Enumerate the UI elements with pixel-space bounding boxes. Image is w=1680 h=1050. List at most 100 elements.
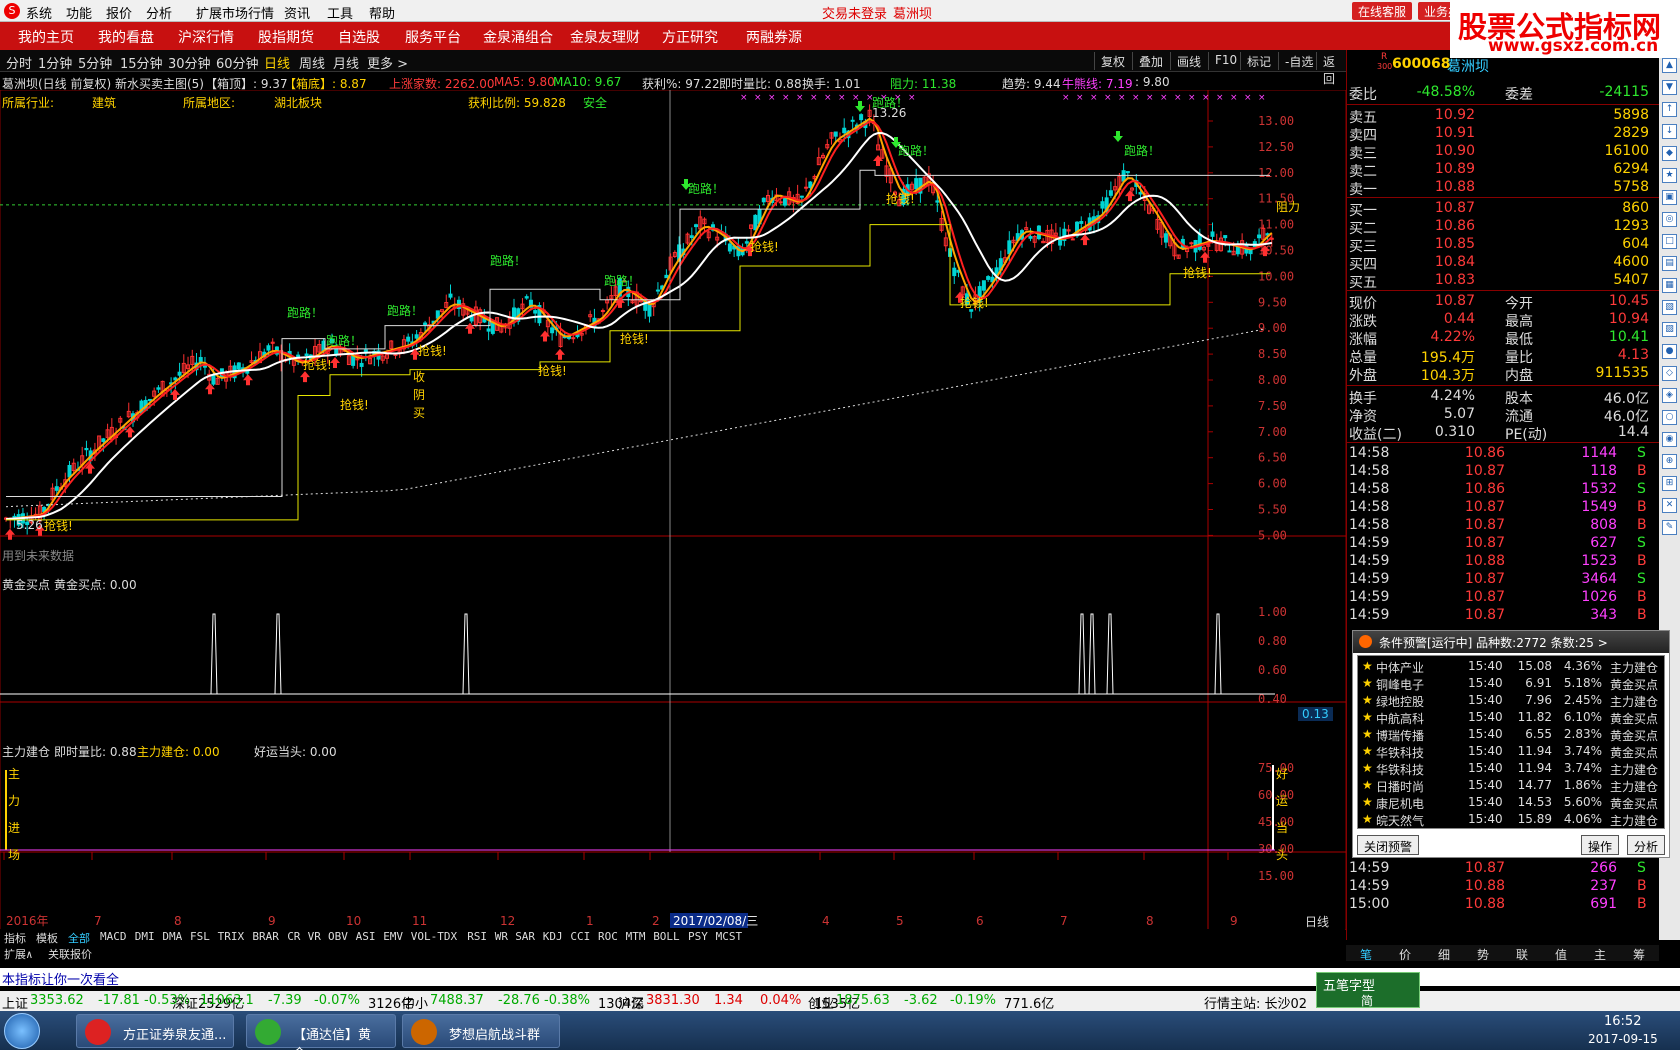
indicator-tab-asi[interactable]: ASI [356, 930, 376, 943]
quote-tab-2[interactable]: 细 [1438, 946, 1450, 963]
stat-row[interactable]: 换手 4.24% 股本 46.0亿 [1347, 388, 1660, 407]
mark-icon[interactable]: ◇ [1662, 366, 1677, 381]
period-5min[interactable]: 5分钟 [78, 53, 112, 72]
kline-chart[interactable]: 13.0012.5012.0011.5011.0010.5010.009.509… [0, 90, 1346, 930]
menu-quote[interactable]: 报价 [106, 3, 132, 22]
period-timeshare[interactable]: 分时 [6, 53, 32, 72]
indicator-tab-wr[interactable]: WR [495, 930, 508, 943]
weibi-row[interactable]: 委比 -48.58% 委差 -24115 [1347, 84, 1660, 103]
nav-finance[interactable]: 金泉友理财 [570, 27, 640, 47]
marquee-text[interactable]: 本指标让你一次看全 [2, 969, 119, 988]
alert-row[interactable]: ★ 日播时尚 15:40 14.77 1.86% 主力建仓 [1358, 777, 1664, 794]
indicator-tab-psy[interactable]: PSY [688, 930, 708, 943]
quote-tab-3[interactable]: 势 [1477, 946, 1489, 963]
task-fangzheng[interactable]: 方正证券泉友通... [76, 1014, 234, 1048]
grid-icon[interactable]: ▦ [1662, 278, 1677, 293]
indicator-tab-trix[interactable]: TRIX [218, 930, 245, 943]
online-service-button[interactable]: 在线客服 [1352, 2, 1413, 20]
layer-icon[interactable]: ◈ [1662, 388, 1677, 403]
stat-row[interactable]: 涨幅 4.22% 最低 10.41 [1347, 329, 1660, 348]
nav-watch[interactable]: 我的看盘 [98, 27, 154, 47]
tick-row[interactable]: 14:58 10.86 1144 S [1347, 445, 1660, 463]
quote-tab-6[interactable]: 主 [1594, 946, 1606, 963]
index-sh-name[interactable]: 上证 [2, 993, 28, 1012]
star-icon[interactable]: ★ [1662, 168, 1677, 183]
server-label[interactable]: 行情主站: 长沙02 [1204, 993, 1307, 1012]
menu-news[interactable]: 资讯 [284, 3, 310, 22]
tick-row[interactable]: 14:59 10.88 1523 B [1347, 553, 1660, 571]
alert-row[interactable]: ★ 康尼机电 15:40 14.53 5.60% 黄金买点 [1358, 794, 1664, 811]
quote-tab-1[interactable]: 价 [1399, 946, 1411, 963]
tick-row[interactable]: 14:59 10.88 237 B [1347, 878, 1660, 896]
quote-tab-5[interactable]: 值 [1555, 946, 1567, 963]
tick-row[interactable]: 14:58 10.87 1549 B [1347, 499, 1660, 517]
alert-row[interactable]: ★ 华铁科技 15:40 11.94 3.74% 主力建仓 [1358, 760, 1664, 777]
alert-title[interactable]: 条件预警[运行中] 品种数:2772 条数:25 > [1353, 631, 1669, 653]
alert-row[interactable]: ★ 博瑞传播 15:40 6.55 2.83% 黄金买点 [1358, 726, 1664, 743]
zoom-in-icon[interactable]: ↑ [1662, 102, 1677, 117]
nav-research[interactable]: 方正研究 [662, 27, 718, 47]
indicator-tab-rsi[interactable]: RSI [467, 930, 487, 943]
close-icon[interactable]: ✕ [1662, 498, 1677, 513]
bid-row[interactable]: 买三 10.85 604 [1347, 236, 1660, 255]
period-60min[interactable]: 60分钟 [216, 53, 259, 72]
alert-row[interactable]: ★ 中体产业 15:40 15.08 4.36% 主力建仓 [1358, 658, 1664, 675]
task-qq-group[interactable]: 梦想启航战斗群 [402, 1014, 560, 1048]
stat-row[interactable]: 外盘 104.3万 内盘 911535 [1347, 365, 1660, 384]
nav-futures[interactable]: 股指期货 [258, 27, 314, 47]
alert-row[interactable]: ★ 中航高科 15:40 11.82 6.10% 黄金买点 [1358, 709, 1664, 726]
indicator-tab-fsl[interactable]: FSL [190, 930, 210, 943]
bid-row[interactable]: 买五 10.83 5407 [1347, 272, 1660, 291]
quote-tab-0[interactable]: 笔 [1360, 946, 1372, 963]
alert-row[interactable]: ★ 皖天然气 15:40 15.89 4.06% 主力建仓 [1358, 811, 1664, 828]
square-icon[interactable]: □ [1662, 234, 1677, 249]
target-icon[interactable]: ◎ [1662, 212, 1677, 227]
period-more[interactable]: 更多 > [367, 53, 408, 72]
clock-time[interactable]: 16:52 [1604, 1014, 1641, 1029]
chart-icon[interactable]: ▧ [1662, 300, 1677, 315]
alert-row[interactable]: ★ 铜峰电子 15:40 6.91 5.18% 黄金买点 [1358, 675, 1664, 692]
nav-margin[interactable]: 两融券源 [746, 27, 802, 47]
period-monthly[interactable]: 月线 [333, 53, 359, 72]
diamond-icon[interactable]: ◆ [1662, 146, 1677, 161]
stat-row[interactable]: 涨跌 0.44 最高 10.94 [1347, 311, 1660, 330]
period-30min[interactable]: 30分钟 [168, 53, 211, 72]
mark-button[interactable]: 标记 [1240, 52, 1277, 70]
back-button[interactable]: 返回 [1316, 52, 1350, 86]
indicator-tab-emv[interactable]: EMV [383, 930, 403, 943]
ask-row[interactable]: 卖一 10.88 5758 [1347, 179, 1660, 198]
overlay-button[interactable]: 叠加 [1132, 52, 1169, 70]
scroll-down-icon[interactable]: ▼ [1662, 80, 1677, 95]
indicator-tab-mcst[interactable]: MCST [716, 930, 743, 943]
stat-row[interactable]: 收益(二) 0.310 PE(动) 14.4 [1347, 424, 1660, 443]
bid-row[interactable]: 买四 10.84 4600 [1347, 254, 1660, 273]
alert-row[interactable]: ★ 华铁科技 15:40 11.94 3.74% 黄金买点 [1358, 743, 1664, 760]
period-1min[interactable]: 1分钟 [38, 53, 72, 72]
window-icon[interactable]: ⊞ [1662, 476, 1677, 491]
zoom-out-icon[interactable]: ↓ [1662, 124, 1677, 139]
indicator-tab-dma[interactable]: DMA [162, 930, 182, 943]
bid-row[interactable]: 买一 10.87 860 [1347, 200, 1660, 219]
task-tongdaxin[interactable]: 【通达信】黄金... [246, 1014, 396, 1050]
index-hs-name[interactable]: 沪深 [618, 993, 644, 1012]
nav-service[interactable]: 服务平台 [405, 27, 461, 47]
ask-row[interactable]: 卖五 10.92 5898 [1347, 107, 1660, 126]
indicator-tab-brar[interactable]: BRAR [252, 930, 279, 943]
nav-portfolio[interactable]: 金泉涌组合 [483, 27, 553, 47]
ext-tab-expand[interactable]: 扩展∧ [4, 946, 33, 962]
indicator-tab-指标[interactable]: 指标 [4, 930, 26, 946]
index-cy-name[interactable]: 创业 [808, 993, 834, 1012]
index-zx-name[interactable]: 中小 [402, 993, 428, 1012]
pencil-icon[interactable]: ✎ [1662, 520, 1677, 535]
clock-date[interactable]: 2017-09-15 [1588, 1032, 1658, 1046]
indicator-tab-boll[interactable]: BOLL [653, 930, 680, 943]
ime-widget[interactable]: 五笔字型 简 [1316, 972, 1420, 1008]
ask-row[interactable]: 卖三 10.90 16100 [1347, 143, 1660, 162]
menu-function[interactable]: 功能 [66, 3, 92, 22]
stat-row[interactable]: 总量 195.4万 量比 4.13 [1347, 347, 1660, 366]
draw-button[interactable]: 画线 [1170, 52, 1207, 70]
indicator-tab-全部[interactable]: 全部 [68, 930, 90, 946]
tick-row[interactable]: 14:59 10.87 343 B [1347, 607, 1660, 625]
indicator-tab-cci[interactable]: CCI [570, 930, 590, 943]
scroll-up-icon[interactable]: ▲ [1662, 58, 1677, 73]
